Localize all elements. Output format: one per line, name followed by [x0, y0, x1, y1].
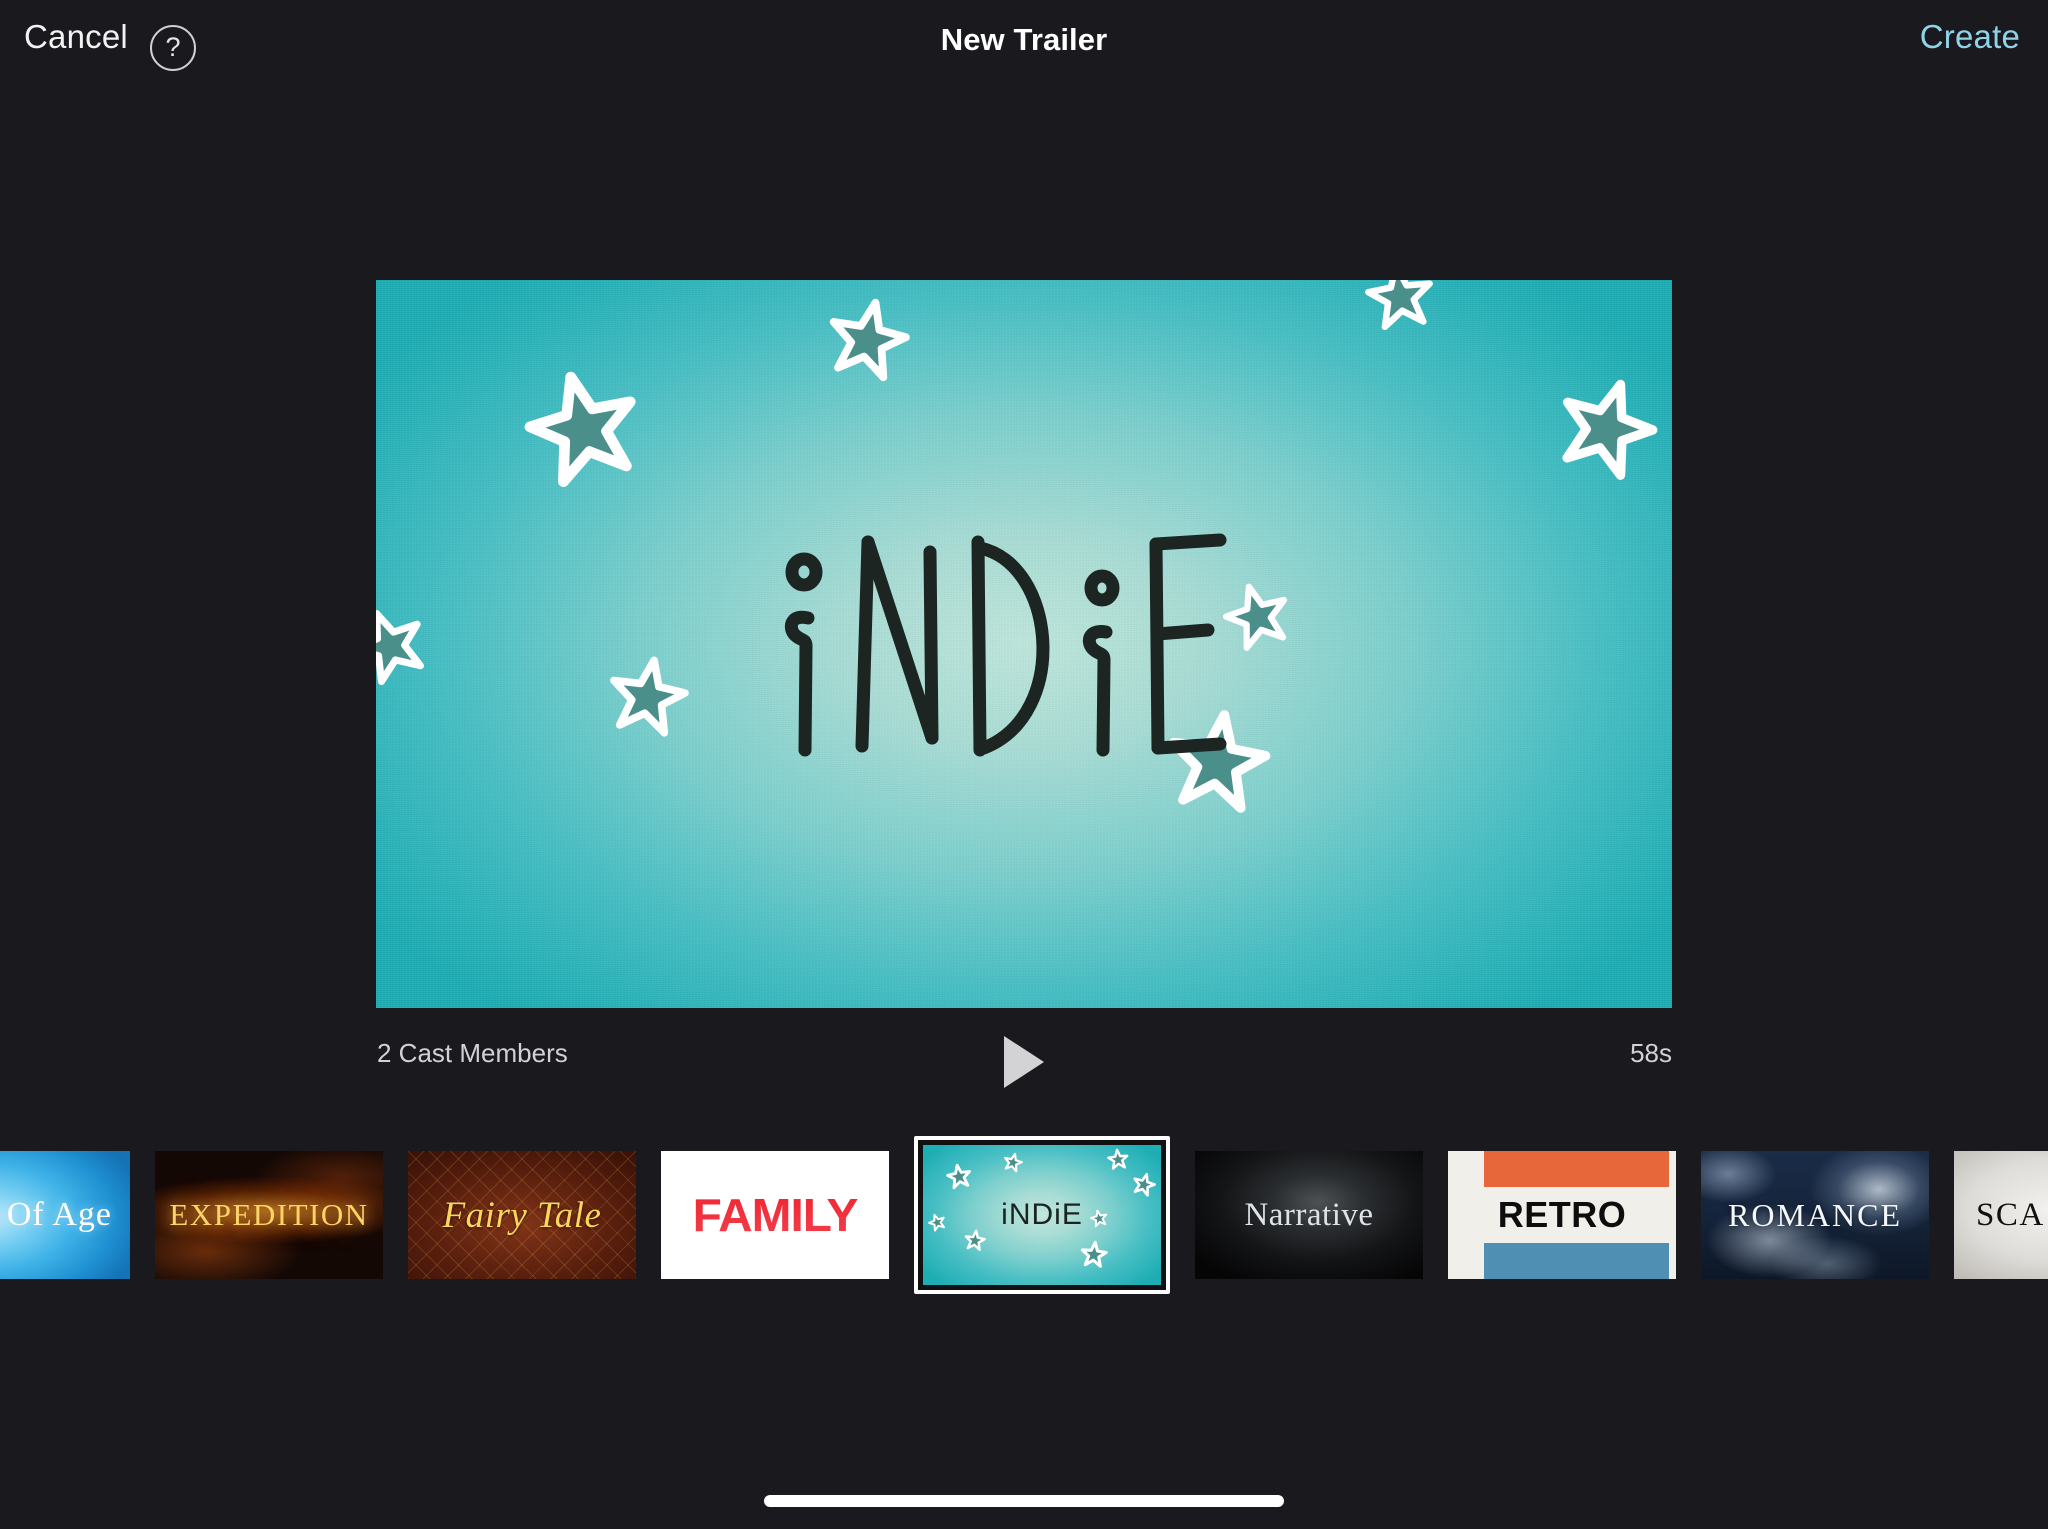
thumbnail-artwork: RETRO	[1448, 1151, 1676, 1279]
thumbnail-artwork: Fairy Tale	[408, 1151, 636, 1279]
new-trailer-screen: Cancel ? New Trailer Create 2 Cast Membe…	[0, 0, 2048, 1529]
thumbnail-artwork: FAMILY	[661, 1151, 889, 1279]
thumbnail-star-icon	[1106, 1147, 1130, 1171]
thumbnail-label: ROMANCE	[1727, 1196, 1902, 1233]
thumbnail-narrative[interactable]: Narrative	[1195, 1151, 1423, 1279]
thumbnail-star-icon	[944, 1161, 974, 1191]
thumbnail-indie[interactable]: iNDiE	[914, 1136, 1170, 1294]
play-button[interactable]	[992, 1030, 1056, 1094]
play-triangle-icon	[1004, 1036, 1044, 1088]
cast-members-label: 2 Cast Members	[377, 1038, 568, 1068]
thumbnail-star-icon	[1088, 1207, 1109, 1228]
thumbnail-fairy-tale[interactable]: Fairy Tale	[408, 1151, 636, 1279]
thumbnail-label: RETRO	[1497, 1194, 1627, 1235]
trailer-preview[interactable]	[376, 280, 1672, 1008]
thumbnail-artwork: iNDiE	[923, 1145, 1161, 1285]
thumbnail-family[interactable]: FAMILY	[661, 1151, 889, 1279]
thumbnail-star-icon	[963, 1228, 988, 1253]
thumbnail-romance[interactable]: ROMANCE	[1701, 1151, 1929, 1279]
thumbnail-label: SCA	[1976, 1196, 2045, 1233]
home-indicator-bar[interactable]	[764, 1495, 1284, 1507]
thumbnail-scary[interactable]: SCA	[1954, 1151, 2048, 1279]
thumbnail-artwork: SCA	[1954, 1151, 2048, 1279]
thumbnail-retro[interactable]: RETRO	[1448, 1151, 1676, 1279]
thumbnail-artwork: ROMANCE	[1701, 1151, 1929, 1279]
thumbnail-coming-of-age[interactable]: g Of Age	[0, 1151, 130, 1279]
thumbnail-artwork: Narrative	[1195, 1151, 1423, 1279]
template-thumbnail-strip[interactable]: g Of Age EXPEDITION Fairy Tale FAMILY iNDiE N…	[0, 1130, 2048, 1300]
thumbnail-label: g Of Age	[0, 1196, 112, 1233]
thumbnail-artwork: g Of Age	[0, 1151, 130, 1279]
thumbnail-label: EXPEDITION	[169, 1197, 369, 1232]
thumbnail-label: Narrative	[1244, 1196, 1374, 1233]
thumbnail-star-icon	[1079, 1239, 1110, 1270]
create-button[interactable]: Create	[1920, 18, 2020, 56]
preview-title-art	[376, 280, 1672, 1008]
thumbnail-artwork: EXPEDITION	[155, 1151, 383, 1279]
top-bar: Cancel ? New Trailer Create	[0, 0, 2048, 94]
thumbnail-expedition[interactable]: EXPEDITION	[155, 1151, 383, 1279]
thumbnail-label: FAMILY	[661, 1151, 889, 1279]
duration-label: 58s	[1630, 1038, 1672, 1068]
thumbnail-label: Fairy Tale	[442, 1194, 602, 1236]
preview-info-row: 2 Cast Members 58s	[0, 1026, 2048, 1098]
page-title: New Trailer	[940, 22, 1108, 57]
